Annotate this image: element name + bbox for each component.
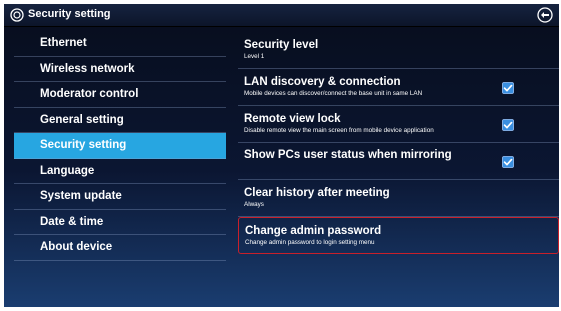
sidebar-item-label: Date & time (40, 215, 104, 228)
sidebar-item-label: System update (40, 190, 122, 202)
settings-sidebar: Ethernet Wireless network Moderator cont… (14, 31, 226, 261)
sidebar-item-system-update[interactable]: System update (14, 184, 226, 210)
brand-logo-icon (10, 8, 24, 22)
settings-screen: Security setting Ethernet Wireless netwo… (4, 4, 559, 307)
sidebar-item-label: Wireless network (40, 62, 135, 75)
settings-panel: Security level Level 1 LAN discovery & c… (238, 32, 559, 254)
sidebar-item-ethernet[interactable]: Ethernet (14, 31, 226, 57)
window-title: Security setting (28, 8, 111, 20)
sidebar-item-label: Security setting (40, 139, 127, 151)
setting-security-level[interactable]: Security level Level 1 (238, 32, 559, 69)
setting-title: Change admin password (245, 225, 382, 237)
setting-title: Clear history after meeting (244, 187, 390, 199)
sidebar-item-general-setting[interactable]: General setting (14, 108, 226, 133)
sidebar-item-label: Moderator control (40, 88, 139, 100)
checkbox-checked-icon[interactable] (502, 119, 514, 131)
sidebar-item-label: Language (40, 164, 95, 177)
setting-subtitle: Level 1 (244, 53, 265, 60)
sidebar-item-security-setting[interactable]: Security setting (14, 133, 226, 159)
sidebar-item-language[interactable]: Language (14, 159, 226, 184)
sidebar-item-moderator-control[interactable]: Moderator control (14, 82, 226, 108)
sidebar-item-wireless-network[interactable]: Wireless network (14, 57, 226, 82)
sidebar-item-label: Ethernet (40, 37, 87, 49)
setting-title: Security level (244, 39, 319, 51)
sidebar-item-label: General setting (40, 113, 124, 126)
sidebar-item-label: About device (40, 241, 113, 253)
checkbox-checked-icon[interactable] (502, 156, 514, 168)
title-bar: Security setting (4, 4, 559, 27)
setting-lan-discovery[interactable]: LAN discovery & connection Mobile device… (238, 69, 559, 106)
setting-remote-view-lock[interactable]: Remote view lock Disable remote view the… (238, 106, 559, 143)
sidebar-item-date-time[interactable]: Date & time (14, 210, 226, 235)
sidebar-item-about-device[interactable]: About device (14, 235, 226, 261)
setting-show-pc-user-status[interactable]: Show PCs user status when mirroring (238, 143, 559, 180)
setting-subtitle: Always (244, 201, 264, 208)
checkbox-checked-icon[interactable] (502, 82, 514, 94)
back-icon[interactable] (537, 7, 553, 23)
setting-change-admin-password[interactable]: Change admin password Change admin passw… (238, 217, 559, 254)
setting-clear-history[interactable]: Clear history after meeting Always (238, 180, 559, 217)
setting-subtitle: Change admin password to login setting m… (245, 239, 375, 246)
